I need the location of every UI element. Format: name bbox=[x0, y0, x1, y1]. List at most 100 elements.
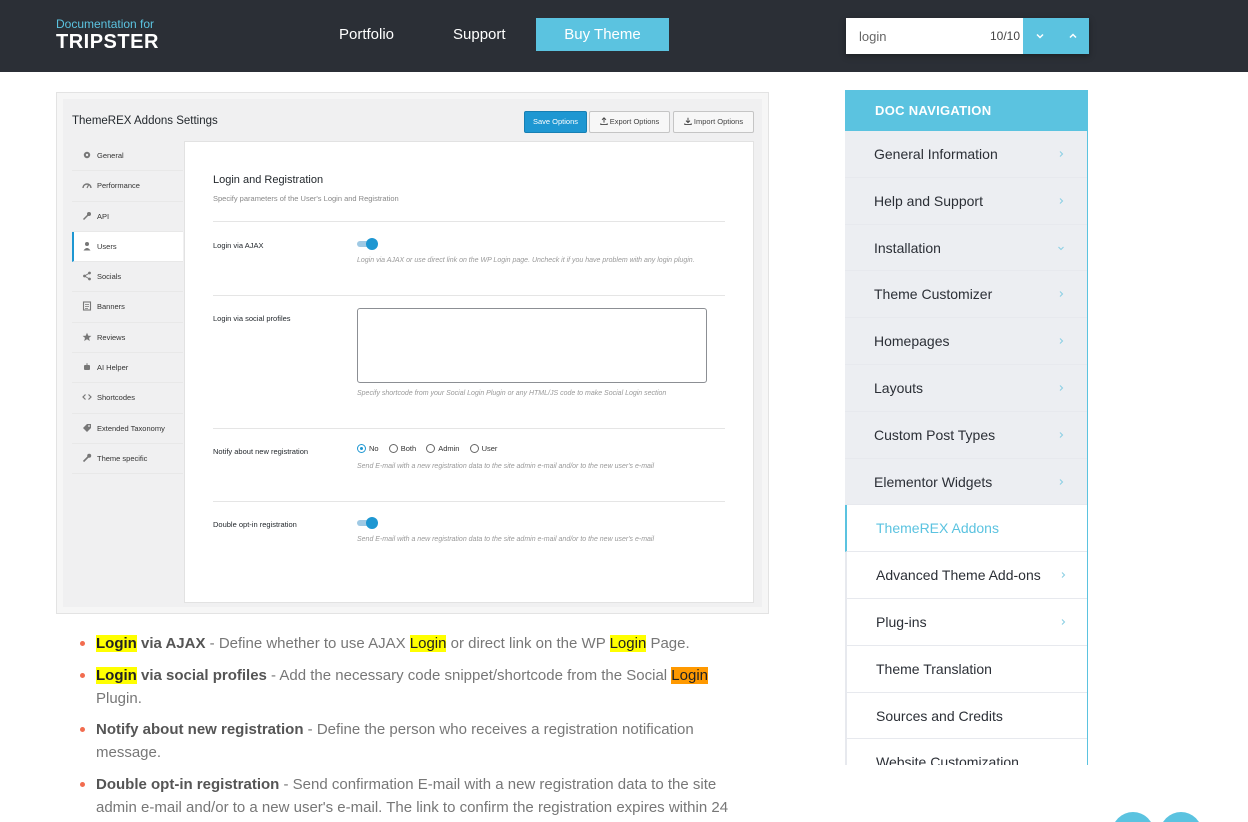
search-input[interactable] bbox=[846, 18, 986, 54]
doc-navigation-heading: DOC NAVIGATION bbox=[845, 90, 1088, 131]
settings-menu-general: General bbox=[72, 141, 183, 172]
radio-user: User bbox=[469, 444, 498, 453]
search-highlight: Login bbox=[409, 635, 447, 652]
doc-nav-theme-customizer[interactable]: Theme Customizer bbox=[845, 271, 1087, 319]
settings-menu-users: Users bbox=[72, 231, 183, 263]
chevron-right-icon bbox=[1059, 151, 1064, 157]
import-icon bbox=[684, 117, 692, 126]
settings-menu-label: Shortcodes bbox=[97, 393, 135, 403]
banner-icon bbox=[82, 301, 92, 312]
doc-nav-label: Help and Support bbox=[874, 192, 983, 209]
import-label: Import Options bbox=[693, 117, 744, 126]
doc-nav-label: Theme Customizer bbox=[874, 286, 993, 303]
floating-action-button[interactable] bbox=[1160, 812, 1202, 822]
robot-icon bbox=[84, 363, 90, 371]
key-icon bbox=[82, 211, 91, 220]
chevron-right-icon bbox=[1061, 572, 1066, 579]
doc-nav-general-information[interactable]: General Information bbox=[845, 131, 1087, 178]
chevron-up-icon bbox=[1068, 33, 1077, 39]
social-label: Login via social profiles bbox=[213, 314, 291, 323]
doc-nav-homepages[interactable]: Homepages bbox=[845, 318, 1087, 365]
doc-navigation-list: General Information Help and Support Ins… bbox=[845, 131, 1088, 765]
logo-subtitle: Documentation for bbox=[56, 17, 155, 31]
doc-navigation: DOC NAVIGATION General Information Help … bbox=[845, 90, 1088, 765]
section-title: Login and Registration bbox=[213, 174, 324, 186]
settings-menu-ai-helper: AI Helper bbox=[72, 353, 183, 384]
ajax-label: Login via AJAX bbox=[213, 241, 264, 250]
notify-label: Notify about new registration bbox=[213, 447, 309, 456]
options-description-list: Login via AJAX - Define whether to use A… bbox=[78, 632, 758, 822]
import-options-button: Import Options bbox=[673, 111, 754, 133]
chevron-right-icon bbox=[1059, 431, 1064, 438]
notify-description: Send E-mail with a new registration data… bbox=[357, 463, 655, 470]
double-optin-label: Double opt-in registration bbox=[213, 520, 297, 529]
doc-nav-sources-and-credits[interactable]: Sources and Credits bbox=[845, 692, 1087, 740]
doc-nav-help-and-support[interactable]: Help and Support bbox=[845, 177, 1087, 225]
settings-menu-label: General bbox=[97, 151, 124, 160]
site-logo[interactable]: Documentation for TRIPSTER bbox=[56, 17, 159, 53]
settings-menu-label: API bbox=[97, 211, 110, 221]
doc-nav-advanced-theme-add-ons[interactable]: Advanced Theme Add-ons bbox=[845, 552, 1087, 599]
nav-support-link[interactable]: Support bbox=[453, 18, 506, 51]
settings-menu-label: Socials bbox=[97, 272, 122, 282]
divider bbox=[213, 501, 725, 502]
chevron-right-icon bbox=[1059, 478, 1064, 485]
code-icon bbox=[82, 394, 92, 401]
settings-menu-label: Users bbox=[97, 241, 117, 251]
radio-admin: Admin bbox=[426, 444, 459, 453]
chevron-right-icon bbox=[1059, 385, 1064, 391]
settings-menu-theme-specific: Theme specific bbox=[72, 444, 183, 475]
bullet-title: Notify about new registration bbox=[96, 721, 304, 738]
list-item: Login via AJAX - Define whether to use A… bbox=[78, 632, 758, 655]
save-options-button: Save Options bbox=[524, 111, 587, 133]
settings-menu-label: Banners bbox=[97, 302, 125, 312]
buy-theme-button[interactable]: Buy Theme bbox=[536, 18, 669, 51]
chevron-down-icon bbox=[1058, 246, 1064, 250]
settings-menu-label: Reviews bbox=[97, 332, 126, 342]
settings-menu-label: Performance bbox=[97, 181, 140, 191]
scroll-top-button[interactable] bbox=[1112, 812, 1154, 822]
settings-menu-performance: Performance bbox=[72, 171, 183, 202]
settings-menu-api: API bbox=[72, 202, 183, 232]
doc-nav-plug-ins[interactable]: Plug-ins bbox=[845, 598, 1087, 646]
search-prev-button[interactable] bbox=[1056, 18, 1089, 54]
doc-nav-theme-translation[interactable]: Theme Translation bbox=[845, 645, 1087, 693]
divider bbox=[213, 221, 725, 222]
doc-nav-layouts[interactable]: Layouts bbox=[845, 364, 1087, 412]
export-options-button: Export Options bbox=[589, 111, 670, 133]
search-next-button[interactable] bbox=[1023, 18, 1056, 54]
list-item: Login via social profiles - Add the nece… bbox=[78, 664, 758, 710]
chevron-right-icon bbox=[1061, 619, 1066, 625]
chevron-down-icon bbox=[1035, 33, 1044, 39]
list-item: Double opt-in registration - Send confir… bbox=[78, 773, 758, 822]
search-highlight: Login bbox=[96, 666, 137, 684]
chevron-right-icon bbox=[1059, 291, 1064, 298]
settings-menu-label: AI Helper bbox=[97, 363, 129, 373]
doc-nav-installation[interactable]: Installation bbox=[845, 224, 1087, 272]
tag-icon bbox=[83, 423, 91, 432]
radio-label: User bbox=[481, 444, 498, 453]
doc-nav-label: Homepages bbox=[874, 333, 950, 350]
bullet-title: Double opt-in registration bbox=[96, 775, 280, 793]
export-label: Export Options bbox=[609, 117, 660, 126]
social-description: Specify shortcode from your Social Login… bbox=[357, 390, 667, 397]
gear-icon bbox=[83, 151, 91, 159]
settings-screenshot: ThemeREX Addons Settings Save Options Ex… bbox=[56, 92, 769, 614]
settings-menu-shortcodes: Shortcodes bbox=[72, 383, 183, 414]
doc-nav-label: Theme Translation bbox=[876, 660, 992, 677]
search-highlight: Login bbox=[96, 635, 137, 652]
doc-nav-label: Installation bbox=[874, 239, 941, 256]
doc-nav-themerex-addons[interactable]: ThemeREX Addons bbox=[845, 505, 1087, 553]
settings-menu-socials: Socials bbox=[72, 262, 183, 293]
settings-content: Login and Registration Specify parameter… bbox=[184, 141, 754, 603]
chevron-right-icon bbox=[1059, 197, 1064, 204]
nav-portfolio-link[interactable]: Portfolio bbox=[339, 18, 394, 51]
doc-nav-website-customization[interactable]: Website Customization bbox=[845, 739, 1087, 765]
divider bbox=[213, 295, 725, 296]
top-bar: Documentation for TRIPSTER Portfolio Sup… bbox=[0, 0, 1248, 72]
doc-nav-custom-post-types[interactable]: Custom Post Types bbox=[845, 411, 1087, 459]
doc-nav-label: ThemeREX Addons bbox=[876, 520, 999, 537]
doc-nav-elementor-widgets[interactable]: Elementor Widgets bbox=[845, 458, 1087, 506]
radio-label: No bbox=[369, 444, 379, 453]
doc-nav-label: Website Customization bbox=[876, 754, 1019, 765]
